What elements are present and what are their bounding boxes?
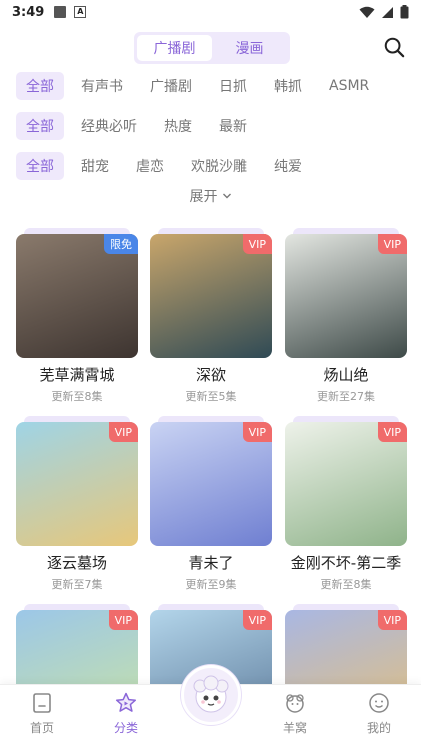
content-type-switch: 广播剧 漫画 xyxy=(134,32,290,64)
status-bar: 3:49 A xyxy=(0,0,421,24)
filter-chip[interactable]: 热度 xyxy=(154,112,202,140)
nav-category[interactable]: 分类 xyxy=(96,691,156,736)
home-icon xyxy=(33,693,51,713)
filter-row-type: 全部 有声书 广播剧 日抓 韩抓 ASMR xyxy=(16,72,386,100)
vip-badge: VIP xyxy=(242,234,272,254)
vip-badge: VIP xyxy=(108,610,138,630)
tab-radio-drama[interactable]: 广播剧 xyxy=(137,35,212,61)
card-title: 深欲 xyxy=(195,366,226,384)
sheep-nest-icon xyxy=(286,694,304,713)
card-title: 青未了 xyxy=(188,554,234,572)
filter-row-sort: 全部 经典必听 热度 最新 xyxy=(16,112,264,140)
filter-chip[interactable]: 最新 xyxy=(209,112,257,140)
card-episodes: 更新至8集 xyxy=(51,390,103,403)
filter-chip[interactable]: 韩抓 xyxy=(264,72,312,100)
expand-label: 展开 xyxy=(189,189,218,205)
filter-chip[interactable]: 虐恋 xyxy=(126,152,174,180)
drama-card[interactable]: VIP 青未了 更新至9集 xyxy=(150,416,272,592)
card-episodes: 更新至27集 xyxy=(317,390,375,403)
filter-chip[interactable]: 欢脱沙雕 xyxy=(181,152,257,180)
vip-badge: VIP xyxy=(377,234,407,254)
nav-sheep-nest[interactable]: 羊窝 xyxy=(265,691,325,736)
filter-chip[interactable]: 纯爱 xyxy=(264,152,312,180)
drama-card[interactable]: 限免 芜草满霄城 更新至8集 xyxy=(16,228,138,404)
notification-icon xyxy=(54,6,67,18)
category-icon xyxy=(115,692,137,712)
drama-card[interactable]: VIP 逐云墓场 更新至7集 xyxy=(16,416,138,592)
nav-home[interactable]: 首页 xyxy=(12,691,72,736)
nav-profile[interactable]: 我的 xyxy=(349,691,409,736)
drama-card[interactable]: VIP 炀山绝 更新至27集 xyxy=(285,228,407,404)
signal-icon xyxy=(382,6,393,18)
status-time: 3:49 xyxy=(12,4,45,20)
nav-label: 我的 xyxy=(366,721,391,735)
filter-chip[interactable]: 经典必听 xyxy=(71,112,147,140)
nav-label: 分类 xyxy=(113,721,138,735)
filter-chip[interactable]: 全部 xyxy=(16,72,64,100)
mascot-icon xyxy=(193,675,229,713)
mascot-center-button[interactable] xyxy=(181,665,241,725)
filter-row-genre: 全部 甜宠 虐恋 欢脱沙雕 纯爱 xyxy=(16,152,319,180)
drama-card[interactable]: VIP 金刚不坏-第二季 更新至8集 xyxy=(285,416,407,592)
vip-badge: VIP xyxy=(377,610,407,630)
vip-badge: VIP xyxy=(242,422,272,442)
nav-label: 羊窝 xyxy=(282,721,307,735)
tab-comics[interactable]: 漫画 xyxy=(212,35,287,61)
vip-badge: VIP xyxy=(108,422,138,442)
battery-icon xyxy=(400,5,409,19)
card-title: 逐云墓场 xyxy=(46,554,107,572)
filter-chip[interactable]: 有声书 xyxy=(71,72,133,100)
filter-chip[interactable]: 广播剧 xyxy=(140,72,202,100)
filter-chip[interactable]: 甜宠 xyxy=(71,152,119,180)
chevron-down-icon xyxy=(222,193,231,199)
header: 广播剧 漫画 xyxy=(0,30,421,66)
card-title: 金刚不坏-第二季 xyxy=(290,554,402,572)
vip-badge: VIP xyxy=(377,422,407,442)
card-episodes: 更新至9集 xyxy=(185,578,237,591)
drama-card[interactable]: VIP 深欲 更新至5集 xyxy=(150,228,272,404)
bottom-nav: 首页 分类 羊窝 我的 xyxy=(0,665,421,748)
card-title: 芜草满霄城 xyxy=(39,366,115,384)
filter-chip[interactable]: ASMR xyxy=(319,72,379,100)
expand-filters-button[interactable]: 展开 xyxy=(0,186,421,206)
vip-badge: VIP xyxy=(242,610,272,630)
profile-icon xyxy=(369,693,389,713)
free-badge: 限免 xyxy=(104,234,138,254)
filter-chip[interactable]: 全部 xyxy=(16,112,64,140)
card-title: 炀山绝 xyxy=(323,366,369,384)
card-episodes: 更新至8集 xyxy=(320,578,372,591)
status-right xyxy=(359,5,409,19)
wifi-icon xyxy=(359,6,375,18)
filter-chip[interactable]: 全部 xyxy=(16,152,64,180)
app-notification-icon: A xyxy=(74,6,87,18)
search-icon[interactable] xyxy=(383,36,405,58)
filter-chip[interactable]: 日抓 xyxy=(209,72,257,100)
card-episodes: 更新至7集 xyxy=(51,578,103,591)
card-episodes: 更新至5集 xyxy=(185,390,237,403)
nav-label: 首页 xyxy=(29,721,54,735)
